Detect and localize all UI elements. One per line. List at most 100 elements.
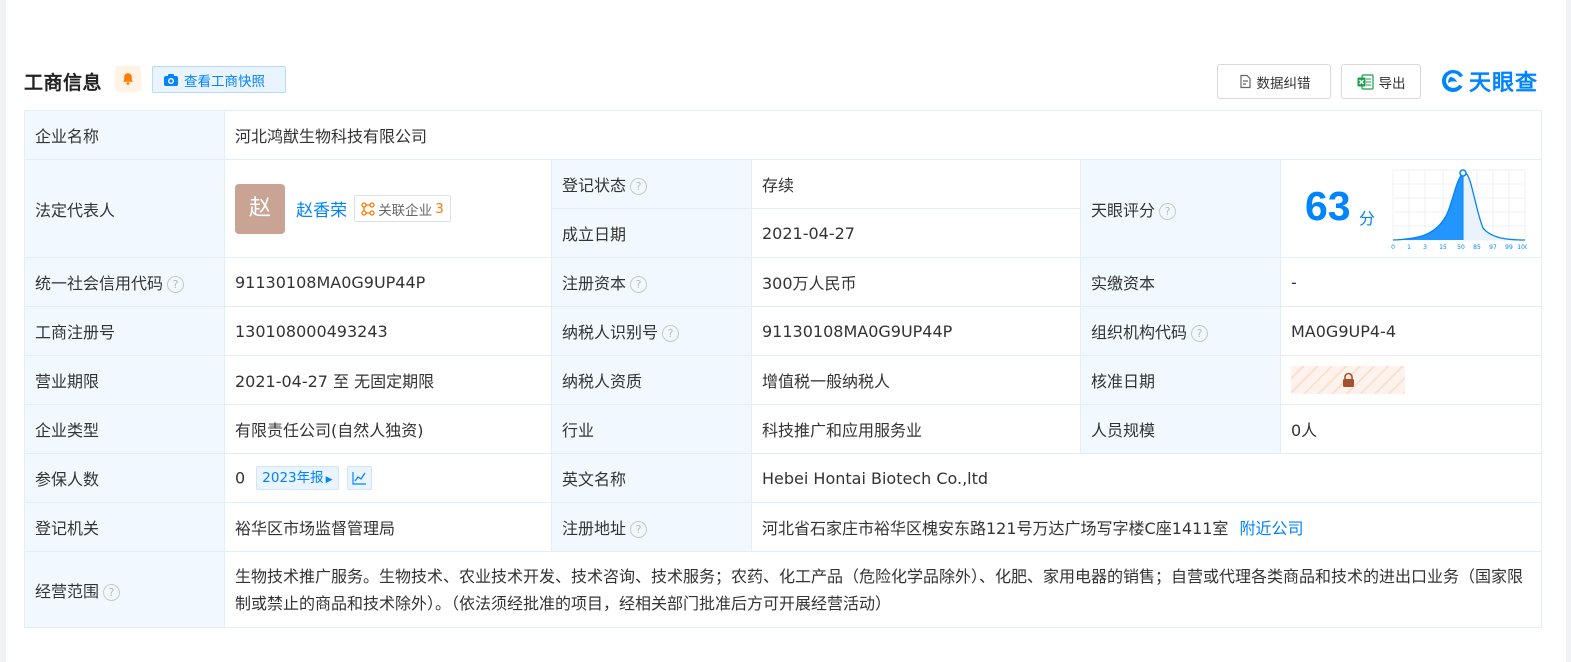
authority-label: 登记机关 — [24, 502, 225, 552]
table-row: 统一社会信用代码? 91130108MA0G9UP44P 注册资本? 300万人… — [24, 257, 1543, 307]
score-tick-50: 50 — [1457, 244, 1465, 251]
data-correct-button[interactable]: 数据纠错 — [1217, 64, 1331, 99]
taxpayer-id-label-cell: 纳税人识别号? — [551, 306, 752, 356]
score-tick-15: 15 — [1439, 244, 1447, 251]
caret-right-icon: ▶ — [325, 475, 333, 485]
industry-label: 行业 — [551, 404, 752, 454]
export-label: 导出 — [1378, 75, 1406, 92]
approval-date-locked[interactable] — [1291, 366, 1405, 394]
taxpayer-id-label: 纳税人识别号 — [562, 323, 659, 342]
score-axis-ticks: 0 1 3 15 50 85 97 99 100 — [1391, 244, 1527, 251]
company-name: 河北鸿猷生物科技有限公司 — [223, 110, 1543, 160]
reg-no-label: 工商注册号 — [24, 306, 225, 356]
status-label-cell: 登记状态? — [551, 159, 752, 209]
annual-report-button[interactable]: 2023年报 ▶ — [256, 466, 339, 490]
reg-no-value: 130108000493243 — [224, 306, 552, 356]
logo-text: 天眼查 — [1469, 71, 1539, 96]
org-code-value: MA0G9UP4-4 — [1279, 306, 1543, 356]
en-name-label: 英文名称 — [551, 453, 752, 503]
related-label: 关联企业 — [378, 202, 433, 219]
legal-rep-name-link[interactable]: 赵香荣 — [296, 201, 347, 221]
score-label-cell: 天眼评分? — [1080, 159, 1281, 258]
excel-icon — [1357, 73, 1374, 90]
help-icon[interactable]: ? — [662, 325, 680, 342]
org-code-label: 组织机构代码 — [1091, 323, 1188, 342]
reg-capital-value: 300万人民币 — [751, 257, 1081, 307]
status-label: 登记状态 — [562, 176, 627, 195]
bell-icon[interactable] — [115, 66, 141, 92]
score-tick-100: 100 — [1517, 244, 1527, 251]
help-icon[interactable]: ? — [167, 276, 185, 293]
network-icon — [361, 201, 375, 216]
table-row: 工商注册号 130108000493243 纳税人识别号? 91130108MA… — [24, 306, 1543, 356]
camera-icon — [164, 73, 178, 86]
status-badge: 存续 — [751, 159, 1081, 209]
score-value: 63 — [1305, 183, 1351, 229]
score-distribution-chart: 0 1 3 15 50 85 97 99 100 — [1391, 169, 1527, 251]
snapshot-button[interactable]: 查看工商快照 — [152, 66, 286, 93]
section-title: 工商信息 — [24, 72, 103, 94]
staff-value: 0人 — [1279, 404, 1543, 454]
type-value: 有限责任公司(自然人独资) — [224, 404, 552, 454]
org-code-label-cell: 组织机构代码? — [1080, 306, 1281, 356]
founded-label: 成立日期 — [551, 208, 752, 258]
score-cell[interactable]: 63 分 0 1 3 15 50 85 97 99 10 — [1279, 159, 1543, 258]
business-info-table: 企业名称 河北鸿猷生物科技有限公司 法定代表人 赵 赵香荣 关联企业 3 登记状… — [24, 110, 1543, 628]
paid-capital-label: 实缴资本 — [1080, 257, 1281, 307]
score-label: 天眼评分 — [1091, 200, 1156, 220]
tianyancha-logo-icon — [1441, 69, 1464, 92]
related-companies-button[interactable]: 关联企业 3 — [354, 195, 451, 222]
help-icon[interactable]: ? — [630, 178, 648, 195]
authority-value: 裕华区市场监督管理局 — [224, 502, 552, 552]
founded-value: 2021-04-27 — [751, 208, 1081, 258]
avatar[interactable]: 赵 — [235, 183, 285, 234]
en-name-value: Hebei Hontai Biotech Co.,ltd — [750, 453, 1543, 503]
lock-icon — [1342, 372, 1354, 387]
approval-date-cell — [1279, 355, 1543, 405]
insured-value: 0 — [235, 468, 246, 488]
address-value: 河北省石家庄市裕华区槐安东路121号万达广场写字楼C座1411室 — [762, 519, 1229, 538]
address-cell: 河北省石家庄市裕华区槐安东路121号万达广场写字楼C座1411室 附近公司 — [750, 502, 1543, 552]
scope-label: 经营范围 — [35, 581, 100, 601]
table-row: 企业名称 河北鸿猷生物科技有限公司 — [24, 110, 1543, 160]
address-label: 注册地址 — [562, 519, 627, 538]
help-icon[interactable]: ? — [1191, 325, 1209, 342]
line-chart-icon — [352, 472, 366, 485]
help-icon[interactable]: ? — [1159, 202, 1177, 220]
section-header: 工商信息 查看工商快照 数据纠错 导出 天眼查 — [24, 64, 1543, 100]
address-label-cell: 注册地址? — [551, 502, 752, 552]
trend-chart-button[interactable] — [346, 466, 372, 490]
type-label: 企业类型 — [24, 404, 225, 454]
score-tick-97: 97 — [1489, 244, 1497, 251]
taxpayer-qual-value: 增值税一般纳税人 — [751, 355, 1081, 405]
score-tick-1: 1 — [1407, 244, 1411, 251]
table-row: 法定代表人 赵 赵香荣 关联企业 3 登记状态? 存续 天眼评分? 63 分 0… — [24, 159, 1543, 258]
staff-label: 人员规模 — [1080, 404, 1281, 454]
reg-capital-label: 注册资本 — [562, 274, 627, 293]
credit-code-label-cell: 统一社会信用代码? — [24, 257, 225, 307]
term-value: 2021-04-27 至 无固定期限 — [224, 355, 552, 405]
score-unit: 分 — [1359, 209, 1376, 228]
table-row: 营业期限 2021-04-27 至 无固定期限 纳税人资质 增值税一般纳税人 核… — [24, 355, 1543, 405]
table-row: 经营范围? 生物技术推广服务。生物技术、农业技术开发、技术咨询、技术服务；农药、… — [24, 551, 1543, 628]
help-icon[interactable]: ? — [630, 521, 648, 538]
legal-rep-label: 法定代表人 — [24, 159, 225, 258]
taxpayer-id-value: 91130108MA0G9UP44P — [751, 306, 1081, 356]
paid-capital-value: - — [1279, 257, 1543, 307]
help-icon[interactable]: ? — [103, 583, 121, 601]
document-edit-icon — [1239, 74, 1251, 89]
credit-code-value: 91130108MA0G9UP44P — [224, 257, 552, 307]
table-row: 参保人数 0 2023年报 ▶ 英文名称 Hebei Hontai Biotech… — [24, 453, 1543, 503]
scope-value: 生物技术推广服务。生物技术、农业技术开发、技术咨询、技术服务；农药、化工产品（危… — [223, 551, 1543, 628]
table-row: 登记机关 裕华区市场监督管理局 注册地址? 河北省石家庄市裕华区槐安东路121号… — [24, 502, 1543, 552]
term-label: 营业期限 — [24, 355, 225, 405]
help-icon[interactable]: ? — [630, 276, 648, 293]
score-tick-85: 85 — [1473, 244, 1481, 251]
tianyancha-logo: 天眼查 — [1440, 66, 1538, 96]
nearby-companies-link[interactable]: 附近公司 — [1240, 519, 1304, 538]
snapshot-button-label: 查看工商快照 — [184, 73, 265, 90]
score-tick-0: 0 — [1391, 244, 1395, 251]
export-button[interactable]: 导出 — [1341, 64, 1421, 99]
approval-date-label: 核准日期 — [1080, 355, 1281, 405]
table-row: 企业类型 有限责任公司(自然人独资) 行业 科技推广和应用服务业 人员规模 0人 — [24, 404, 1543, 454]
